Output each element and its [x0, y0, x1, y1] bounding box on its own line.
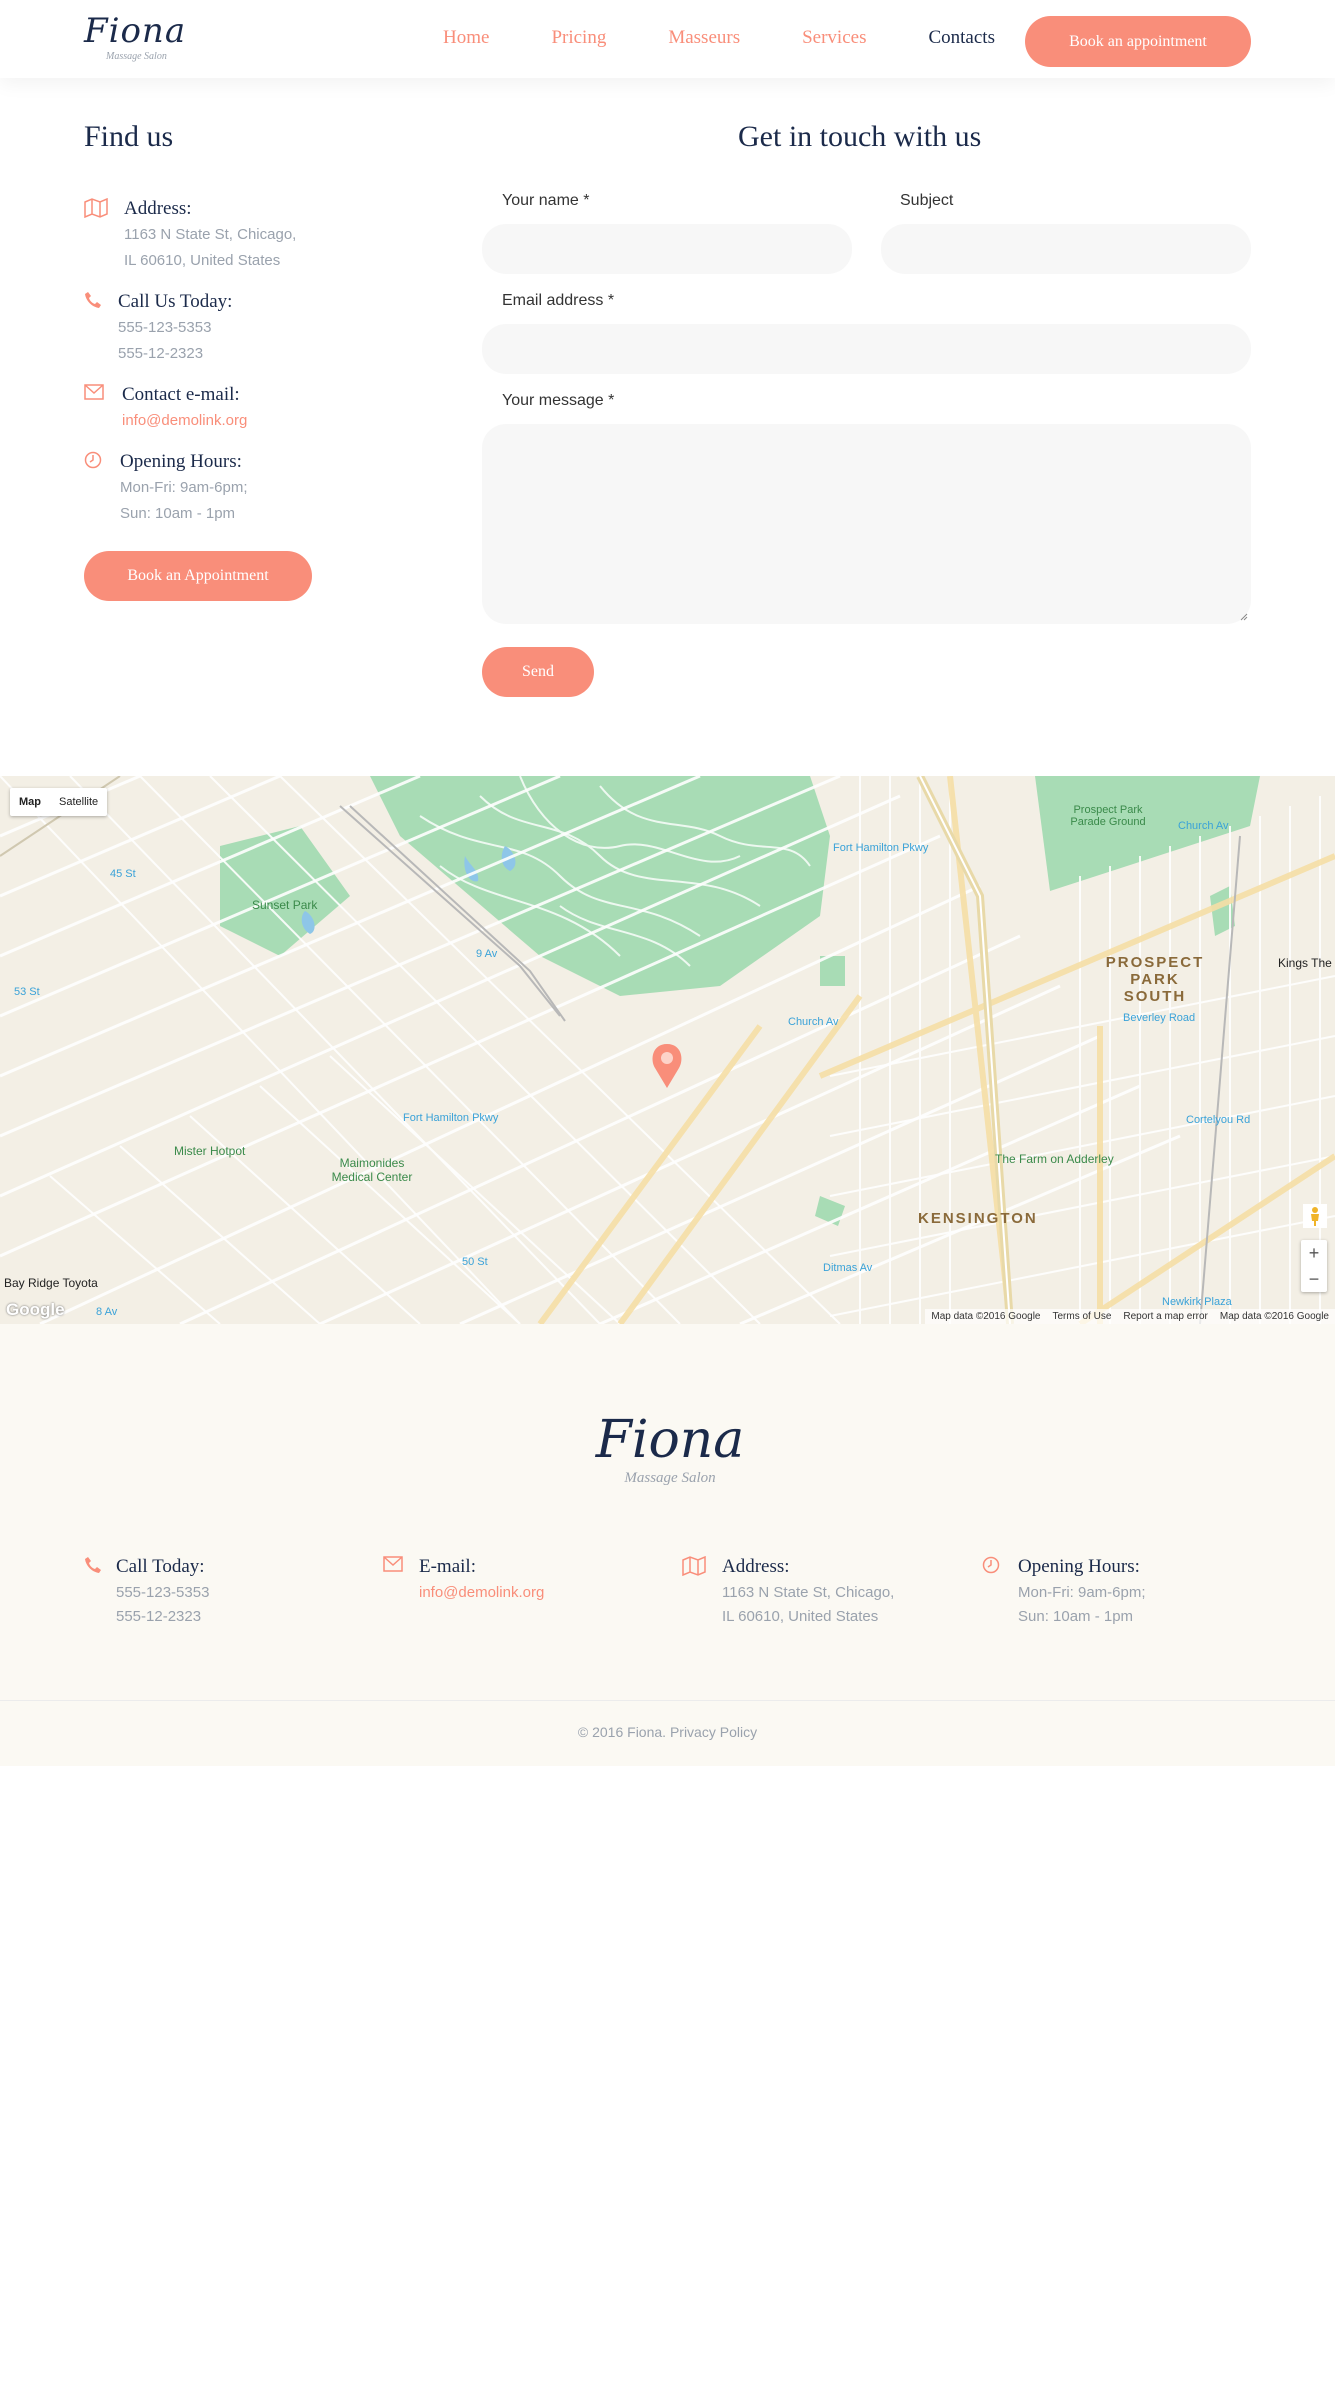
- subway-label: Cortelyou Rd: [1186, 1114, 1251, 1126]
- address-line: 1163 N State St, Chicago,: [124, 226, 297, 243]
- envelope-icon: [383, 1556, 405, 1578]
- footer-address-line: 1163 N State St, Chicago,: [722, 1584, 895, 1601]
- send-button[interactable]: Send: [482, 647, 594, 697]
- nav-services[interactable]: Services: [802, 27, 866, 49]
- zoom-out-button[interactable]: −: [1301, 1266, 1327, 1292]
- subway-label: Church Av: [788, 1016, 839, 1028]
- address-line: IL 60610, United States: [124, 252, 281, 269]
- logo-word: Fiona: [84, 11, 187, 51]
- message-label: Your message *: [502, 392, 615, 409]
- map-type-satellite[interactable]: Satellite: [50, 788, 107, 816]
- nav-home[interactable]: Home: [443, 27, 489, 49]
- nav-pricing[interactable]: Pricing: [551, 27, 606, 49]
- contact-form-title: Get in touch with us: [738, 120, 982, 153]
- pegman-icon[interactable]: [1303, 1204, 1327, 1233]
- phone-number[interactable]: 555-123-5353: [118, 319, 211, 336]
- map-label: The Farm on Adderley: [995, 1152, 1114, 1166]
- hours-line: Sun: 10am - 1pm: [120, 505, 236, 522]
- google-logo: Google: [6, 1300, 65, 1319]
- zoom-in-button[interactable]: +: [1301, 1240, 1327, 1266]
- footer-hours-line: Sun: 10am - 1pm: [1018, 1608, 1134, 1625]
- map-attribution: Map data ©2016 Google Terms of Use Repor…: [925, 1309, 1335, 1324]
- subway-label: 45 St: [110, 868, 136, 880]
- subway-label: 53 St: [14, 986, 40, 998]
- map-icon: [682, 1555, 706, 1578]
- envelope-icon: [84, 384, 106, 406]
- map-canvas: [0, 776, 1335, 1324]
- footer-email-link[interactable]: info@demolink.org: [419, 1584, 544, 1601]
- footer-hours-title: Opening Hours:: [1018, 1556, 1140, 1577]
- email-label: Email address *: [502, 292, 615, 309]
- site-header: Fiona Massage Salon Home Pricing Masseur…: [0, 0, 1335, 78]
- footer-address-title: Address:: [722, 1556, 790, 1577]
- terms-of-use-link[interactable]: Terms of Use: [1052, 1311, 1111, 1322]
- subway-label: 8 Av: [96, 1306, 118, 1318]
- footer-email-title: E-mail:: [419, 1556, 476, 1577]
- find-us-title: Find us: [84, 120, 174, 153]
- book-an-appointment-button[interactable]: Book an Appointment: [84, 551, 312, 601]
- footer-call-title: Call Today:: [116, 1556, 205, 1577]
- subway-label: Ditmas Av: [823, 1262, 873, 1274]
- footer-hours-line: Mon-Fri: 9am-6pm;: [1018, 1584, 1146, 1601]
- book-appointment-button[interactable]: Book an appointment: [1025, 16, 1251, 67]
- site-footer: Fiona Massage Salon Call Today: 555-123-…: [0, 1324, 1335, 1766]
- resize-handle-icon: [1240, 613, 1248, 621]
- phone-title: Call Us Today:: [118, 291, 233, 312]
- clock-icon: [84, 451, 106, 473]
- subject-label: Subject: [900, 192, 954, 209]
- email-link[interactable]: info@demolink.org: [122, 412, 247, 429]
- map-data-label: Map data ©2016 Google: [931, 1311, 1041, 1322]
- map-data-label: Map data ©2016 Google: [1219, 1311, 1329, 1322]
- email-input[interactable]: [482, 324, 1251, 374]
- name-label: Your name *: [502, 192, 590, 209]
- footer-logo-tagline: Massage Salon: [624, 1470, 716, 1486]
- phone-number[interactable]: 555-12-2323: [118, 345, 203, 362]
- footer-address-line: IL 60610, United States: [722, 1608, 879, 1625]
- report-map-error-link[interactable]: Report a map error: [1123, 1311, 1207, 1322]
- logo-tagline: Massage Salon: [106, 51, 167, 62]
- subject-input[interactable]: [881, 224, 1251, 274]
- hours-title: Opening Hours:: [120, 451, 242, 472]
- footer-logo-word: Fiona: [595, 1410, 745, 1470]
- copyright[interactable]: © 2016 Fiona. Privacy Policy: [0, 1724, 1335, 1740]
- zoom-control: + −: [1301, 1240, 1327, 1292]
- phone-icon: [84, 291, 106, 313]
- map-label: Sunset Park: [252, 898, 318, 912]
- footer-phone[interactable]: 555-123-5353: [116, 1584, 209, 1601]
- subway-label: Newkirk Plaza: [1162, 1296, 1232, 1308]
- subway-label: 50 St: [462, 1256, 488, 1268]
- map-label: KENSINGTON: [918, 1210, 1038, 1227]
- footer-phone[interactable]: 555-12-2323: [116, 1608, 201, 1625]
- name-input[interactable]: [482, 224, 852, 274]
- google-map[interactable]: Map Satellite Sunset Park Prospect Park …: [0, 776, 1335, 1324]
- map-label: PROSPECT PARK SOUTH: [1105, 954, 1205, 1005]
- footer-logo[interactable]: Fiona Massage Salon: [580, 1412, 760, 1487]
- logo[interactable]: Fiona Massage Salon: [84, 14, 194, 64]
- map-label: Bay Ridge Toyota: [4, 1276, 98, 1290]
- subway-label: Fort Hamilton Pkwy: [403, 1112, 499, 1124]
- footer-divider: [0, 1700, 1335, 1701]
- map-label: Kings The: [1278, 956, 1332, 970]
- subway-label: Church Av: [1178, 820, 1229, 832]
- subway-label: 9 Av: [476, 948, 498, 960]
- message-textarea[interactable]: [482, 424, 1251, 624]
- nav-contacts[interactable]: Contacts: [928, 27, 995, 49]
- clock-icon: [982, 1556, 1004, 1578]
- map-type-control: Map Satellite: [10, 788, 108, 816]
- subway-label: Fort Hamilton Pkwy: [833, 842, 929, 854]
- map-label: Prospect Park Parade Ground: [1070, 804, 1146, 828]
- main-nav: Home Pricing Masseurs Services Contacts: [443, 27, 1057, 49]
- subway-label: Beverley Road: [1123, 1012, 1196, 1024]
- phone-icon: [84, 1556, 106, 1578]
- address-title: Address:: [124, 198, 192, 219]
- map-label: Mister Hotpot: [174, 1144, 246, 1158]
- nav-masseurs[interactable]: Masseurs: [668, 27, 740, 49]
- email-title: Contact e-mail:: [122, 384, 240, 405]
- hours-line: Mon-Fri: 9am-6pm;: [120, 479, 248, 496]
- map-icon: [84, 197, 108, 220]
- map-type-map[interactable]: Map: [10, 788, 50, 816]
- map-label: Maimonides Medical Center: [331, 1156, 413, 1184]
